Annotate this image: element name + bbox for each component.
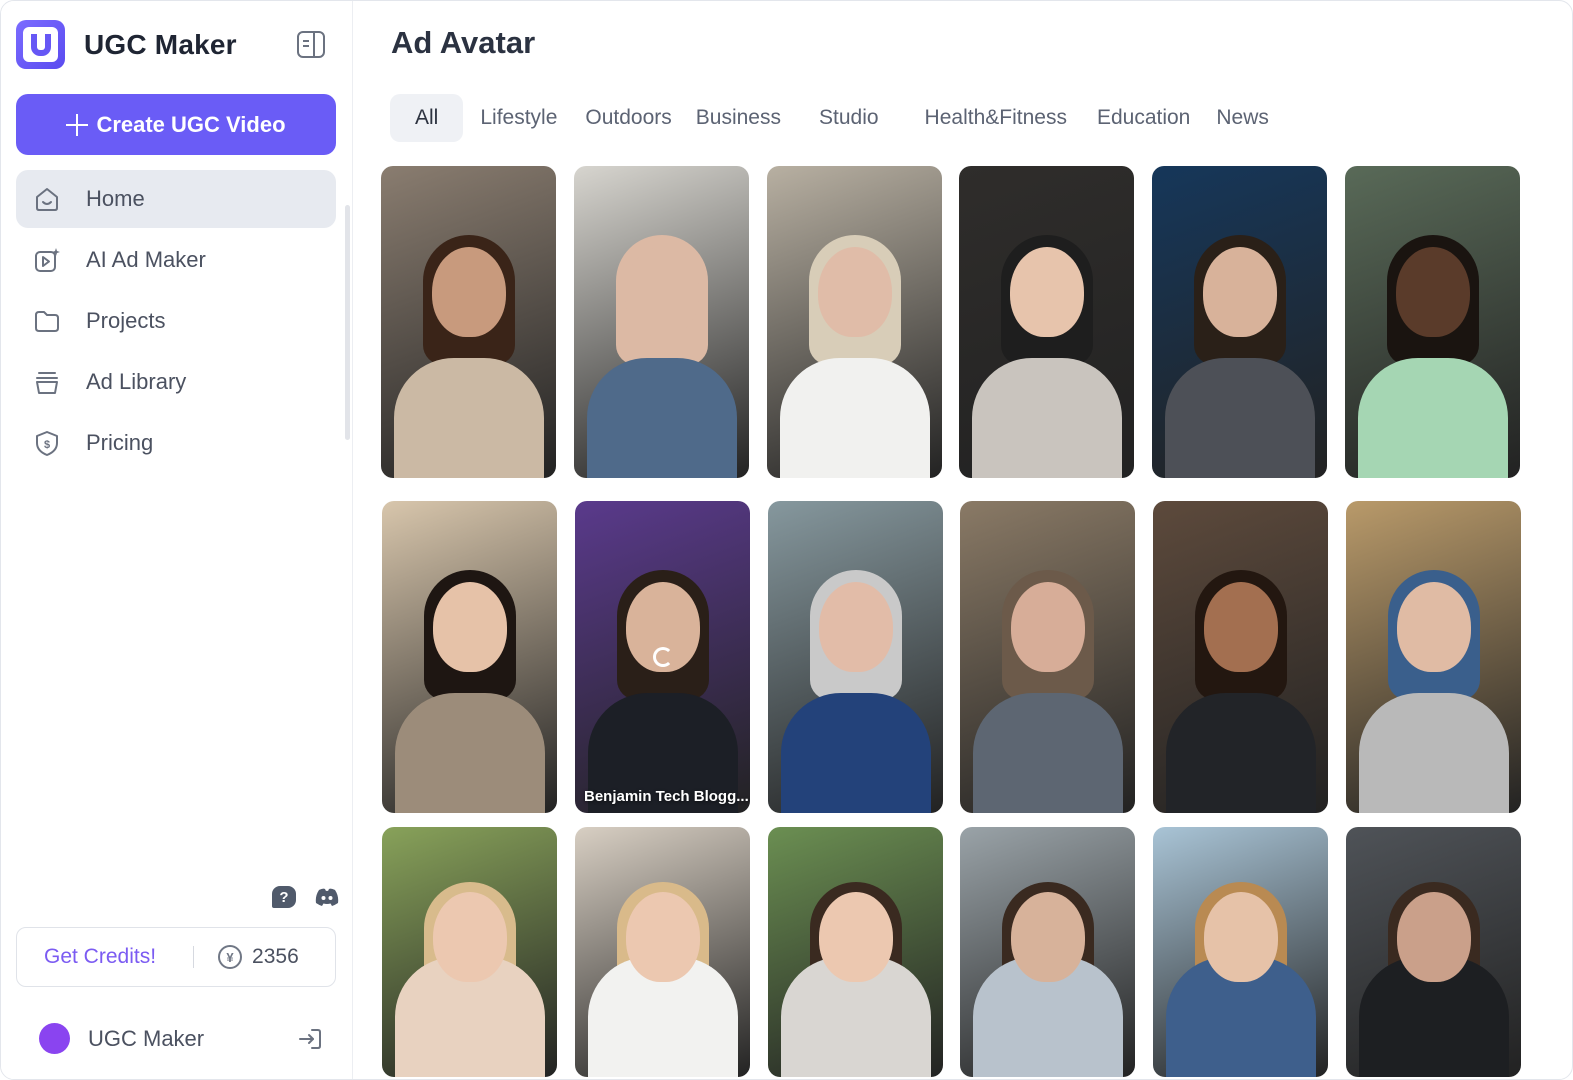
help-icon[interactable]: ? [272, 886, 296, 908]
avatar-photo [1010, 892, 1085, 982]
avatar-card[interactable] [382, 827, 557, 1077]
user-profile[interactable]: UGC Maker [39, 1023, 323, 1054]
dollar-shield-icon: $ [32, 428, 62, 458]
loading-spinner-icon [652, 647, 673, 667]
avatar-photo [972, 693, 1123, 813]
avatar-card[interactable] [1153, 827, 1328, 1077]
sidebar-item-home[interactable]: Home [16, 170, 336, 228]
help-links: ? [272, 886, 340, 908]
sidebar-item-ai-ad-maker[interactable]: AI Ad Maker [16, 231, 336, 289]
avatar-photo [818, 582, 893, 673]
app-logo [16, 20, 65, 69]
tab-news[interactable]: News [1207, 94, 1278, 142]
avatar-card[interactable] [1346, 501, 1521, 813]
create-button-label: Create UGC Video [96, 111, 286, 137]
folder-icon [32, 306, 62, 336]
avatar-photo [1396, 892, 1471, 982]
sidebar-item-label: AI Ad Maker [86, 247, 206, 272]
avatar-photo [1203, 892, 1278, 982]
stack-icon [32, 367, 62, 397]
avatar-photo [624, 247, 699, 338]
avatar-card[interactable] [381, 166, 556, 478]
avatar-photo [1009, 247, 1084, 338]
avatar-photo [431, 247, 506, 338]
avatar-photo [817, 247, 892, 338]
sidebar-item-ad-library[interactable]: Ad Library [16, 353, 336, 411]
video-sparkle-icon [32, 245, 62, 275]
sidebar-item-label: Projects [86, 308, 166, 333]
category-tabs: All Lifestyle Outdoors Business Studio Health… [390, 94, 1278, 142]
avatar-photo [586, 358, 737, 478]
avatar-card[interactable] [1152, 166, 1327, 478]
credit-count: 2356 [252, 945, 299, 968]
avatar-card[interactable] [1346, 827, 1521, 1077]
avatar-photo [1203, 582, 1278, 673]
sidebar-item-pricing[interactable]: $ Pricing [16, 414, 336, 472]
avatar-photo [1164, 358, 1315, 478]
avatar-photo [1395, 247, 1470, 338]
plus-icon [66, 113, 89, 136]
sidebar-scrollbar[interactable] [345, 205, 350, 440]
get-credits-link[interactable]: Get Credits! [44, 945, 156, 969]
coin-icon: ¥ [218, 945, 243, 969]
svg-text:$: $ [44, 439, 50, 451]
sidebar-item-projects[interactable]: Projects [16, 292, 336, 350]
avatar-card[interactable] [382, 501, 557, 813]
main-content: Ad Avatar All Lifestyle Outdoors Business St… [354, 1, 1572, 1079]
avatar-card[interactable] [1153, 501, 1328, 813]
avatar-photo [393, 358, 544, 478]
avatar-card[interactable] [960, 827, 1135, 1077]
app-window: UGC Maker Create UGC Video Home AI Ad Ma… [0, 0, 1573, 1080]
avatar-photo [971, 358, 1122, 478]
brand[interactable]: UGC Maker [16, 20, 237, 69]
avatar-photo [625, 892, 700, 982]
avatar-card[interactable] [768, 501, 943, 813]
sidebar-item-label: Home [86, 186, 145, 211]
avatar-photo [1358, 693, 1509, 813]
tab-education[interactable]: Education [1088, 94, 1199, 142]
create-ugc-video-button[interactable]: Create UGC Video [16, 94, 336, 155]
sidebar-item-label: Pricing [86, 430, 154, 455]
avatar-photo [780, 693, 931, 813]
avatar [39, 1023, 70, 1054]
avatar-card[interactable] [574, 166, 749, 478]
avatar-photo [1396, 582, 1471, 673]
avatar-photo [1010, 582, 1085, 673]
page-title: Ad Avatar [391, 25, 536, 60]
tab-lifestyle[interactable]: Lifestyle [471, 94, 566, 142]
user-name: UGC Maker [88, 1025, 205, 1051]
tab-business[interactable]: Business [687, 94, 790, 142]
logout-icon[interactable] [297, 1026, 323, 1052]
avatar-card[interactable] [959, 166, 1134, 478]
app-name: UGC Maker [84, 28, 237, 60]
avatar-photo [432, 892, 507, 982]
avatar-photo [432, 582, 507, 673]
avatar-card[interactable] [1345, 166, 1520, 478]
avatar-card[interactable] [575, 827, 750, 1077]
credits-divider [193, 946, 195, 968]
sidebar-item-label: Ad Library [86, 369, 187, 394]
sidebar-nav: Home AI Ad Maker Projects Ad Library $ P… [16, 170, 336, 475]
tab-health-fitness[interactable]: Health&Fitness [916, 94, 1076, 142]
avatar-card[interactable] [960, 501, 1135, 813]
avatar-photo [1165, 693, 1316, 813]
avatar-card[interactable]: Benjamin Tech Blogg... [575, 501, 750, 813]
avatar-caption: Benjamin Tech Blogg... [584, 788, 749, 805]
tab-all[interactable]: All [390, 94, 464, 142]
avatar-photo [818, 892, 893, 982]
tab-studio[interactable]: Studio [810, 94, 888, 142]
tab-outdoors[interactable]: Outdoors [576, 94, 680, 142]
avatar-card[interactable] [767, 166, 942, 478]
avatar-card[interactable] [768, 827, 943, 1077]
discord-icon[interactable] [314, 886, 340, 908]
sidebar: UGC Maker Create UGC Video Home AI Ad Ma… [1, 1, 353, 1079]
sidebar-collapse-icon[interactable] [297, 31, 325, 58]
home-icon [32, 184, 62, 214]
avatar-photo [1357, 358, 1508, 478]
avatar-photo [1202, 247, 1277, 338]
avatar-photo [779, 358, 930, 478]
avatar-photo [394, 693, 545, 813]
credits-panel: Get Credits! ¥ 2356 [16, 927, 336, 987]
